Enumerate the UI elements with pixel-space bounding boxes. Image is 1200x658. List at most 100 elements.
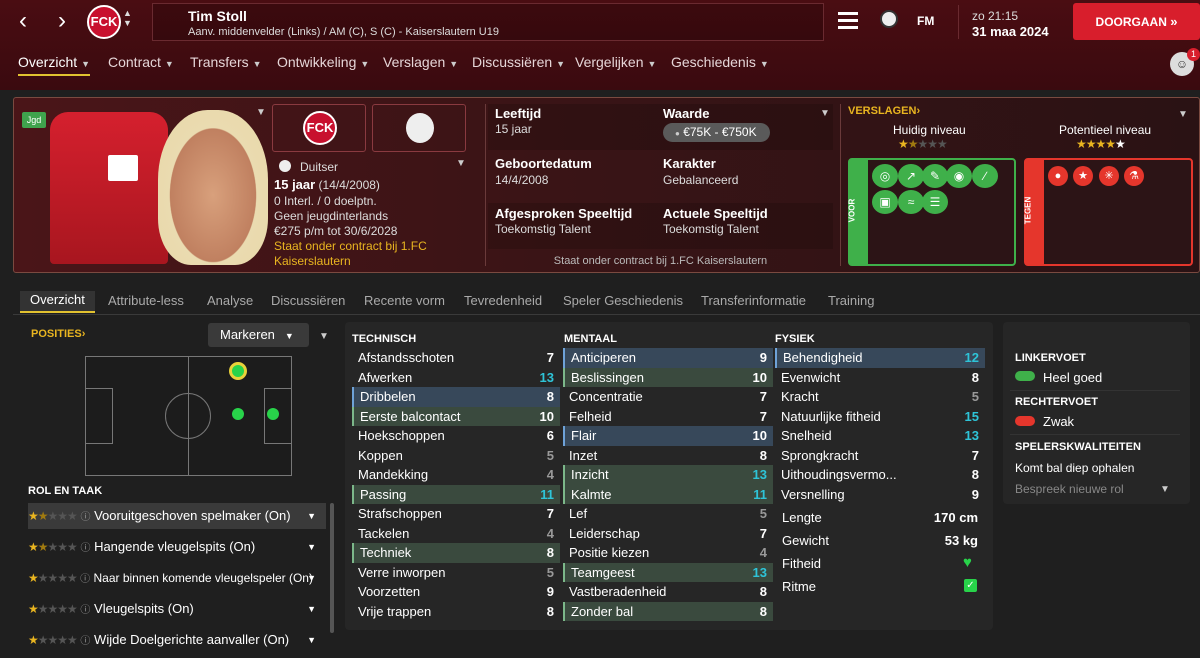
attribute-row[interactable]: Vrije trappen 8 [352,602,560,622]
primary-position-marker[interactable] [229,362,247,380]
attribute-row[interactable]: Inzet 8 [563,446,773,466]
dob-label: Geboortedatum [495,156,592,171]
attribute-row[interactable]: Behendigheid 12 [775,348,985,368]
ball-icon[interactable] [880,10,898,28]
attribute-name: Mandekking [358,467,429,482]
attribute-row[interactable]: Beslissingen 10 [563,367,773,387]
attribute-row[interactable]: Sprongkracht 7 [775,446,985,466]
info-icon[interactable]: ⓘ [80,605,90,616]
attribute-value: 10 [539,408,554,424]
attribute-row[interactable]: Voorzetten 9 [352,582,560,602]
role-row[interactable]: ★★★★★ ⓘ Naar binnen komende vleugelspele… [28,565,326,591]
attribute-row[interactable]: Tackelen 4 [352,524,560,544]
role-row[interactable]: ★★★★★ ⓘ Vooruitgeschoven spelmaker (On) … [28,503,326,529]
highlight-dropdown[interactable]: Markeren ▼ [208,323,309,347]
attribute-row[interactable]: Afstandsschoten 7 [352,348,560,368]
menu-overview[interactable]: Overzicht ▼ [18,54,91,76]
reports-dropdown-icon[interactable]: ▼ [1178,109,1188,120]
attribute-row[interactable]: Uithoudingsvermo... 8 [775,465,985,485]
nationality-dropdown-icon[interactable]: ▼ [456,158,466,169]
chevron-down-icon[interactable]: ▼ [307,565,316,591]
attribute-row[interactable]: Leiderschap 7 [563,524,773,544]
menu-contract[interactable]: Contract ▼ [108,54,174,76]
chevron-down-icon[interactable]: ▼ [307,503,316,529]
back-arrow-icon[interactable]: ‹ [9,8,37,36]
menu-transfers[interactable]: Transfers ▼ [190,54,262,76]
menu-icon[interactable] [838,12,858,29]
menu-development[interactable]: Ontwikkeling ▼ [277,54,369,76]
attribute-row[interactable]: Mandekking 4 [352,465,560,485]
forward-arrow-icon[interactable]: › [48,8,76,36]
attribute-row[interactable]: Natuurlijke fitheid 15 [775,407,985,427]
fm-logo[interactable]: FM [917,14,934,28]
attribute-row[interactable]: Evenwicht 8 [775,368,985,388]
role-row[interactable]: ★★★★★ ⓘ Wijde Doelgerichte aanvaller (On… [28,627,326,653]
attribute-row[interactable]: Snelheid 13 [775,426,985,446]
role-row[interactable]: ★★★★★ ⓘ Hangende vleugelspits (On) ▼ [28,534,326,560]
attribute-row[interactable]: Teamgeest 13 [563,562,773,582]
reports-link[interactable]: VERSLAGEN› [848,105,920,117]
club-logo-box[interactable]: FCK [272,104,366,152]
positions-link[interactable]: POSITIES› [31,328,85,340]
attribute-row[interactable]: Afwerken 13 [352,368,560,388]
attribute-row[interactable]: Positie kiezen 4 [563,543,773,563]
pro-attribute-icon: ▣ [872,190,898,214]
menu-compare[interactable]: Vergelijken ▼ [575,54,656,76]
attribute-row[interactable]: Flair 10 [563,426,773,446]
tab-happiness[interactable]: Tevredenheid [464,293,542,308]
tab-overview[interactable]: Overzicht [20,291,95,313]
nation-logo-box[interactable] [372,104,466,152]
tab-analysis[interactable]: Analyse [207,293,253,308]
attribute-row[interactable]: Koppen 5 [352,446,560,466]
attribute-row[interactable]: Vastberadenheid 8 [563,582,773,602]
menu-discuss[interactable]: Discussiëren ▼ [472,54,565,76]
club-switch-icon[interactable]: ▲ ▼ [123,8,132,28]
info-icon[interactable]: ⓘ [80,636,90,647]
tab-recent-form[interactable]: Recente vorm [364,293,445,308]
card-dropdown-icon[interactable]: ▼ [256,107,266,118]
position-marker[interactable] [267,408,279,420]
roles-scrollbar[interactable] [330,503,334,633]
attribute-row[interactable]: Strafschoppen 7 [352,504,560,524]
continue-button[interactable]: DOORGAAN » [1073,3,1200,40]
info-icon[interactable]: ⓘ [80,574,90,585]
tab-player-history[interactable]: Speler Geschiedenis [563,293,683,308]
attribute-row[interactable]: Kalmte 11 [563,484,773,504]
tab-discuss[interactable]: Discussiëren [271,293,345,308]
tab-transfer-info[interactable]: Transferinformatie [701,293,806,308]
info-icon[interactable]: ⓘ [80,512,90,523]
player-header-box[interactable]: Tim Stoll Aanv. middenvelder (Links) / A… [152,3,824,41]
tab-attribute-less[interactable]: Attribute-less [108,293,184,308]
attribute-row[interactable]: Inzicht 13 [563,465,773,485]
menu-history[interactable]: Geschiedenis ▼ [671,54,769,76]
value-dropdown-icon[interactable]: ▼ [820,108,830,119]
position-marker[interactable] [232,408,244,420]
tab-training[interactable]: Training [828,293,874,308]
menu-reports[interactable]: Verslagen ▼ [383,54,458,76]
attribute-row[interactable]: Anticiperen 9 [563,348,773,368]
attribute-row[interactable]: Techniek 8 [352,543,560,563]
attribute-row[interactable]: Versnelling 9 [775,485,985,505]
role-row[interactable]: ★★★★★ ⓘ Vleugelspits (On) ▼ [28,596,326,622]
attribute-row[interactable]: Zonder bal 8 [563,601,773,621]
attribute-row[interactable]: Passing 11 [352,484,560,504]
attribute-row[interactable]: Felheid 7 [563,407,773,427]
attribute-row[interactable]: Eerste balcontact 10 [352,406,560,426]
attribute-row[interactable]: Hoekschoppen 6 [352,426,560,446]
potential-level-stars: ★★★★★ [1076,137,1126,151]
attribute-row[interactable]: Concentratie 7 [563,387,773,407]
mental-heading: MENTAAL [564,333,617,345]
chevron-down-icon[interactable]: ▼ [307,627,316,653]
chevron-down-icon[interactable]: ▼ [307,596,316,622]
chevron-down-icon[interactable]: ▼ [307,534,316,560]
current-level-stars: ★★★★★ [898,137,948,151]
positions-dropdown-icon[interactable]: ▼ [319,331,329,342]
attribute-row[interactable]: Lef 5 [563,504,773,524]
attribute-row[interactable]: Dribbelen 8 [352,387,560,407]
attribute-row[interactable]: Verre inworpen 5 [352,563,560,583]
chevron-down-icon[interactable]: ▼ [1160,484,1170,495]
discuss-role-dropdown[interactable]: Bespreek nieuwe rol [1015,482,1124,496]
attribute-row[interactable]: Kracht 5 [775,387,985,407]
club-badge[interactable]: FCK [87,5,121,39]
info-icon[interactable]: ⓘ [80,543,90,554]
